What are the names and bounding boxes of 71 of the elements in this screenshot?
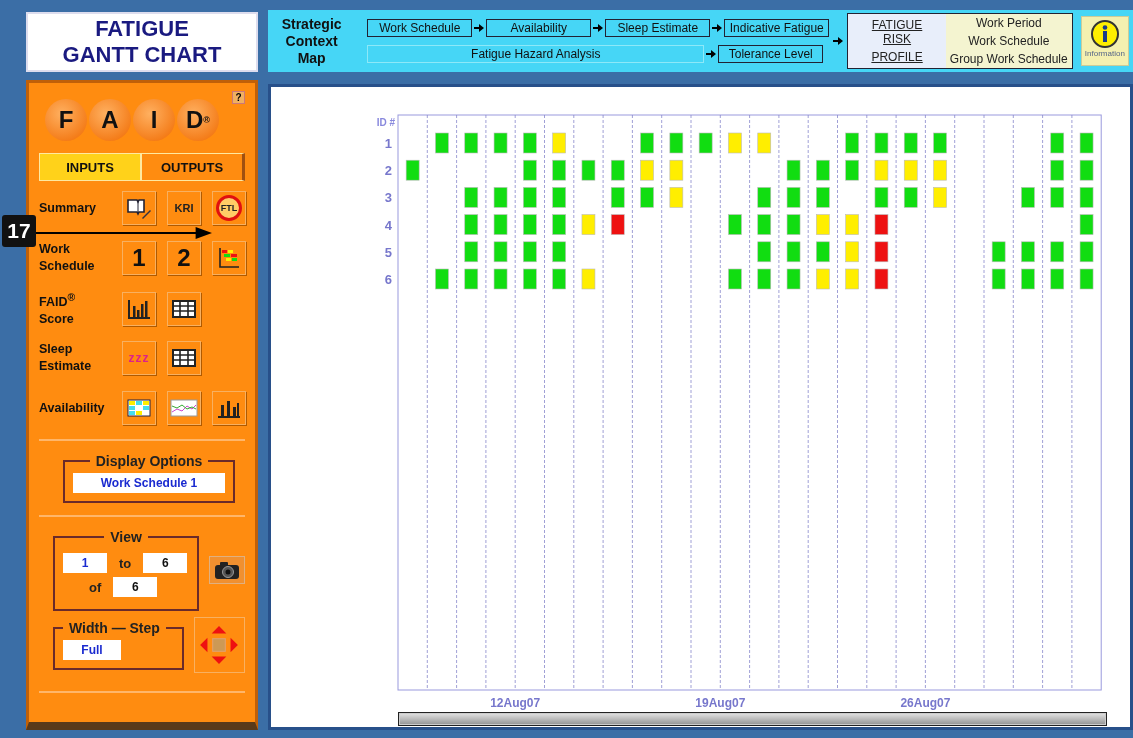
logo-ball: F [45, 99, 87, 141]
arrow-icon [712, 23, 723, 33]
line-chart-icon [170, 397, 198, 419]
view-to-field[interactable]: 6 [143, 553, 188, 573]
group-legend: View [104, 529, 148, 545]
total-field: 6 [113, 577, 158, 597]
date-label: 19Aug07 [695, 696, 746, 710]
flow-step-button[interactable]: Indicative Fatigue [724, 19, 830, 37]
arrow-icon [706, 49, 717, 59]
logo-ball: A [89, 99, 131, 141]
output-label: Summary [39, 199, 97, 217]
flow-step-button[interactable]: Availability [486, 19, 592, 37]
date-label: 26Aug07 [900, 696, 951, 710]
sleep-icon: zzz [128, 351, 150, 365]
flow-step-button[interactable]: Fatigue Hazard Analysis [367, 45, 705, 63]
arrow-icon [474, 23, 485, 33]
row-id: 1 [384, 136, 392, 151]
context-map-label: Strategic Context Map [280, 15, 343, 67]
page-title: FATIGUE [95, 16, 189, 42]
flow-step-button[interactable]: Tolerance Level [718, 45, 824, 63]
step-number: 17 [2, 215, 36, 247]
tab[interactable]: OUTPUTS [141, 153, 245, 181]
display-option-field[interactable]: Work Schedule 1 [73, 473, 225, 493]
flow-step-button[interactable]: Work Schedule [367, 19, 473, 37]
legend-separator: — [111, 620, 126, 636]
of-label: of [88, 579, 103, 595]
bar-chart-icon [127, 297, 151, 320]
risk-profile-link[interactable]: FATIGUE RISK PROFILE [848, 18, 946, 64]
row-id: 4 [384, 217, 392, 233]
camera-icon [213, 560, 242, 580]
output-icon-button[interactable] [212, 391, 246, 425]
logo-ball: I [133, 99, 175, 141]
arrow-icon [593, 23, 604, 33]
gantt-chart-icon [217, 247, 241, 269]
output-icon-button[interactable] [122, 291, 156, 326]
flow-step-button[interactable]: Sleep Estimate [605, 19, 711, 37]
information-button[interactable]: Information [1080, 16, 1129, 66]
view-from-field[interactable]: 1 [63, 553, 107, 573]
group-legend: Step [129, 620, 160, 636]
date-label: 12Aug07 [490, 696, 541, 710]
table-icon [172, 347, 196, 369]
output-button[interactable]: KRI [167, 191, 201, 225]
row-id: 3 [384, 190, 392, 206]
output-icon-button[interactable] [167, 341, 201, 375]
row-id: 2 [384, 163, 392, 179]
arrow-icon [833, 36, 844, 46]
page-title: GANTT CHART [62, 42, 222, 68]
output-label: Work Schedule [39, 241, 96, 275]
book-pencil-icon [127, 197, 151, 219]
tab[interactable]: INPUTS [39, 153, 141, 181]
to-label: to [118, 555, 133, 571]
help-button[interactable]: ? [232, 91, 245, 104]
row-id: 5 [384, 244, 392, 260]
output-button[interactable]: 2 [167, 241, 201, 275]
group-legend: Width [69, 620, 108, 636]
output-icon-button[interactable] [167, 291, 201, 326]
row-id: 6 [384, 272, 392, 287]
table-icon [172, 297, 196, 320]
output-label: Sleep Estimate [39, 341, 93, 375]
color-grid-icon [127, 397, 151, 419]
id-heading: ID # [376, 117, 395, 128]
group-legend: Display Options [89, 453, 209, 469]
logo-ball: D$^{®}$ [177, 99, 219, 141]
camera-button[interactable] [209, 556, 245, 584]
output-label: Availability [39, 399, 106, 417]
output-label: FAID$^{®}$ Score [39, 291, 77, 329]
output-button[interactable]: 1 [122, 241, 156, 275]
info-icon [1089, 19, 1120, 49]
output-icon-button[interactable] [122, 191, 156, 225]
output-icon-button[interactable] [212, 241, 246, 275]
width-field[interactable]: Full [63, 640, 121, 660]
